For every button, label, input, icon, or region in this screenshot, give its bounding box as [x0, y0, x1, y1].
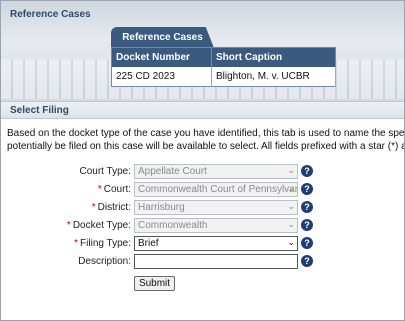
tab-reference-cases[interactable]: Reference Cases	[111, 27, 214, 48]
reference-cases-title: Reference Cases	[10, 9, 91, 20]
description-row: Description: ?	[1, 254, 404, 270]
required-star: *	[66, 220, 71, 231]
description-line-1: Based on the docket type of the case you…	[7, 128, 405, 139]
column-header-docket-number[interactable]: Docket Number	[111, 47, 212, 67]
table-row[interactable]: 225 CD 2023 Blighton, M. v. UCBR	[111, 66, 336, 87]
efiling-panel: Reference Cases Reference Cases Docket N…	[0, 0, 405, 321]
select-filing-description: Based on the docket type of the case you…	[7, 127, 405, 153]
select-filing-title: Select Filing	[10, 105, 69, 116]
chevron-down-icon: ⌄	[287, 219, 295, 229]
filing-type-select[interactable]: Brief ⌄	[134, 236, 298, 251]
table-header-row: Docket Number Short Caption	[111, 47, 336, 67]
description-line-2: potentially be filed on this case will b…	[7, 141, 405, 152]
submit-button[interactable]: Submit	[134, 276, 175, 291]
required-star: *	[97, 184, 102, 195]
description-input[interactable]	[134, 254, 298, 269]
chevron-down-icon: ⌄	[287, 183, 295, 193]
chevron-down-icon: ⌄	[287, 165, 295, 175]
court-select[interactable]: Commonwealth Court of Pennsylvan ⌄	[134, 182, 298, 197]
column-header-short-caption[interactable]: Short Caption	[211, 47, 336, 67]
required-star: *	[74, 238, 79, 249]
court-label: * Court:	[97, 184, 131, 195]
court-type-select[interactable]: Appellate Court ⌄	[134, 164, 298, 179]
reference-cases-table: Docket Number Short Caption 225 CD 2023 …	[111, 47, 336, 87]
short-caption-cell: Blighton, M. v. UCBR	[211, 66, 336, 87]
court-row: * Court: Commonwealth Court of Pennsylvan…	[1, 182, 404, 198]
filing-type-row: * Filing Type: Brief ⌄ ?	[1, 236, 404, 252]
help-icon[interactable]: ?	[301, 183, 313, 195]
filing-type-label: * Filing Type:	[74, 238, 131, 249]
docket-number-cell: 225 CD 2023	[111, 66, 212, 87]
docket-type-select[interactable]: Commonwealth ⌄	[134, 218, 298, 233]
help-icon[interactable]: ?	[301, 201, 313, 213]
required-star: *	[91, 202, 96, 213]
help-icon[interactable]: ?	[301, 237, 313, 249]
chevron-down-icon: ⌄	[287, 201, 295, 211]
description-label: Description:	[78, 256, 131, 267]
chevron-down-icon: ⌄	[287, 237, 295, 247]
help-icon[interactable]: ?	[301, 219, 313, 231]
district-label: * District:	[91, 202, 131, 213]
help-icon[interactable]: ?	[301, 165, 313, 177]
district-select[interactable]: Harrisburg ⌄	[134, 200, 298, 215]
help-icon[interactable]: ?	[301, 255, 313, 267]
district-row: * District: Harrisburg ⌄ ?	[1, 200, 404, 216]
court-type-row: Court Type: Appellate Court ⌄ ?	[1, 164, 404, 180]
docket-type-row: * Docket Type: Commonwealth ⌄ ?	[1, 218, 404, 234]
docket-type-label: * Docket Type:	[66, 220, 131, 231]
court-type-label: Court Type:	[79, 166, 131, 177]
